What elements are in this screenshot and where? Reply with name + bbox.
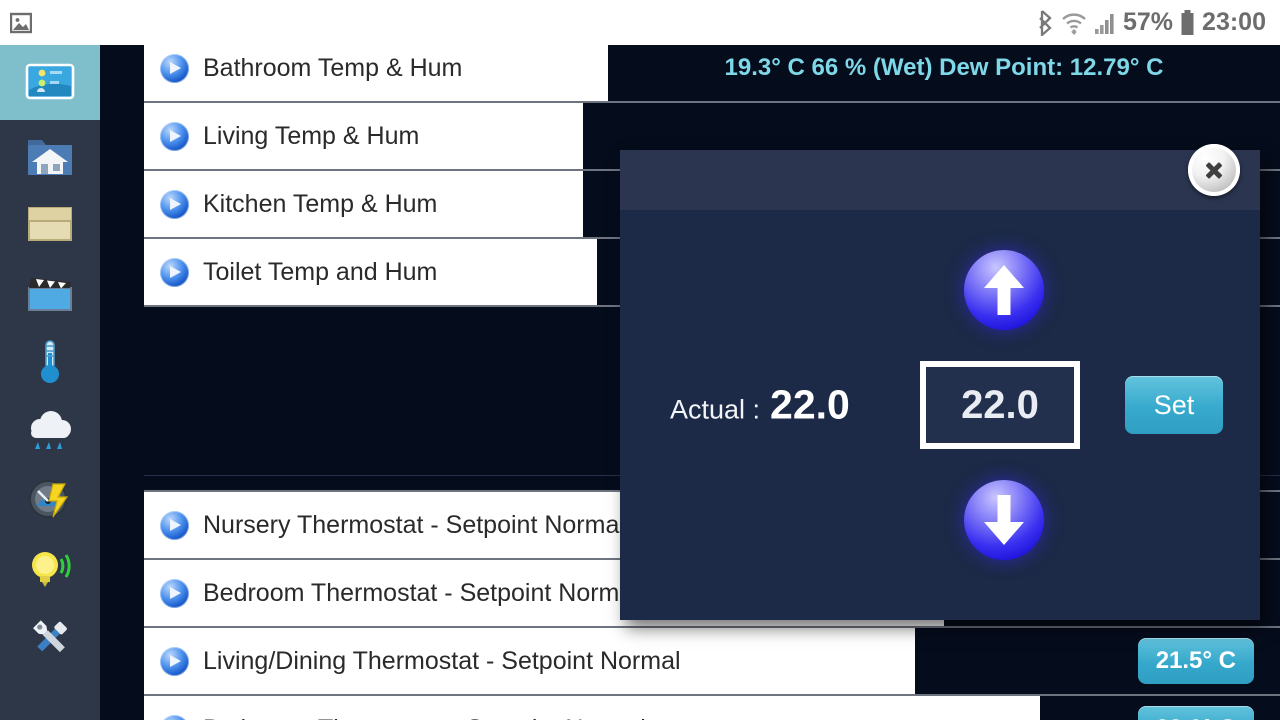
sidebar-item-energy[interactable] bbox=[0, 465, 100, 534]
row-label: Kitchen Temp & Hum bbox=[203, 189, 438, 218]
sidebar-item-weather[interactable] bbox=[0, 396, 100, 465]
row-label-area[interactable]: Toilet Temp and Hum bbox=[144, 239, 597, 305]
arrow-up-icon[interactable] bbox=[964, 250, 1044, 330]
setpoint-controls: Actual : 22.0 22.0 Set bbox=[620, 355, 1260, 455]
actual-caption: Actual : bbox=[670, 394, 761, 425]
row-value-area: 21.5° C bbox=[915, 628, 1280, 694]
row-label-area[interactable]: Bathroom Thermostat - Setpoint Normal bbox=[144, 696, 1040, 720]
row-value-area: 19.3° C 66 % (Wet) Dew Point: 12.79° C bbox=[608, 45, 1280, 101]
tools-icon bbox=[23, 611, 77, 665]
row-label: Living/Dining Thermostat - Setpoint Norm… bbox=[203, 646, 681, 675]
row-label-area[interactable]: Kitchen Temp & Hum bbox=[144, 171, 583, 237]
play-circle-icon[interactable] bbox=[160, 189, 189, 219]
actual-readout: Actual : 22.0 bbox=[670, 382, 850, 429]
table-row[interactable]: Bathroom Thermostat - Setpoint Normal 22.… bbox=[144, 694, 1280, 720]
house-folder-icon bbox=[23, 128, 77, 182]
status-bar-right: 57% 23:00 bbox=[1037, 8, 1266, 37]
setpoint-input[interactable]: 22.0 bbox=[920, 361, 1080, 449]
row-label: Bathroom Temp & Hum bbox=[203, 53, 463, 82]
sidebar-item-temperature[interactable] bbox=[0, 327, 100, 396]
battery-percent: 57% bbox=[1123, 8, 1174, 36]
play-circle-icon[interactable] bbox=[160, 121, 189, 151]
status-bar-clock: 23:00 bbox=[1202, 8, 1266, 36]
sensor-reading: 19.3° C 66 % (Wet) Dew Point: 12.79° C bbox=[724, 54, 1164, 81]
image-icon bbox=[10, 12, 32, 34]
energy-meter-icon bbox=[23, 473, 77, 527]
thermometer-icon bbox=[23, 335, 77, 389]
sidebar-item-settings[interactable] bbox=[0, 603, 100, 672]
bluetooth-icon bbox=[1037, 9, 1054, 36]
arrow-down-glyph bbox=[982, 495, 1026, 545]
arrow-down-icon[interactable] bbox=[964, 480, 1044, 560]
sidebar-item-dashboard[interactable] bbox=[0, 45, 100, 120]
sidebar-item-blinds[interactable] bbox=[0, 189, 100, 258]
table-row[interactable]: Living/Dining Thermostat - Setpoint Norm… bbox=[144, 626, 1280, 696]
play-circle-icon[interactable] bbox=[160, 510, 189, 540]
setpoint-dialog: Actual : 22.0 22.0 Set bbox=[620, 144, 1260, 620]
play-circle-icon[interactable] bbox=[160, 53, 189, 83]
row-label-area[interactable]: Living Temp & Hum bbox=[144, 103, 583, 169]
app-screen: 57% 23:00 Bathroom Temp & Hum 19.3° C 66… bbox=[0, 0, 1280, 720]
row-label: Bathroom Thermostat - Setpoint Normal bbox=[203, 715, 646, 720]
blinds-icon bbox=[23, 197, 77, 251]
play-circle-icon[interactable] bbox=[160, 578, 189, 608]
row-label: Toilet Temp and Hum bbox=[203, 257, 438, 286]
row-label-area[interactable]: Bathroom Temp & Hum bbox=[144, 45, 608, 101]
close-x-glyph bbox=[1203, 159, 1225, 181]
arrow-up-glyph bbox=[982, 265, 1026, 315]
sidebar-item-house[interactable] bbox=[0, 120, 100, 189]
row-value-area: 22.0° C bbox=[1040, 696, 1280, 720]
set-button-label: Set bbox=[1153, 389, 1195, 420]
rain-cloud-icon bbox=[23, 404, 77, 458]
sidebar bbox=[0, 45, 100, 720]
dialog-title-bar bbox=[620, 150, 1260, 210]
light-bulb-icon bbox=[23, 542, 77, 596]
row-label: Nursery Thermostat - Setpoint Normal bbox=[203, 510, 625, 539]
movie-clapper-icon bbox=[23, 266, 77, 320]
setpoint-chip[interactable]: 21.5° C bbox=[1137, 638, 1254, 684]
close-circle-icon[interactable] bbox=[1188, 144, 1240, 196]
setpoint-input-value: 22.0 bbox=[961, 382, 1039, 427]
play-circle-icon[interactable] bbox=[160, 714, 189, 720]
cell-signal-icon bbox=[1094, 11, 1116, 35]
play-circle-icon[interactable] bbox=[160, 257, 189, 287]
set-button[interactable]: Set bbox=[1125, 376, 1223, 434]
row-label-area[interactable]: Living/Dining Thermostat - Setpoint Norm… bbox=[144, 628, 915, 694]
sidebar-item-scenes[interactable] bbox=[0, 258, 100, 327]
status-bar: 57% 23:00 bbox=[0, 0, 1280, 45]
status-bar-left bbox=[10, 12, 32, 34]
setpoint-chip[interactable]: 22.0° C bbox=[1137, 706, 1254, 720]
dashboard-icon bbox=[23, 56, 77, 110]
sidebar-item-lights[interactable] bbox=[0, 534, 100, 603]
dialog-title bbox=[620, 150, 1260, 166]
play-circle-icon[interactable] bbox=[160, 646, 189, 676]
battery-icon bbox=[1180, 9, 1195, 36]
row-label: Living Temp & Hum bbox=[203, 121, 420, 150]
wifi-icon bbox=[1061, 11, 1087, 35]
row-label: Bedroom Thermostat - Setpoint Normal bbox=[203, 578, 639, 607]
table-row[interactable]: Bathroom Temp & Hum 19.3° C 66 % (Wet) De… bbox=[144, 45, 1280, 103]
actual-value: 22.0 bbox=[770, 381, 850, 428]
